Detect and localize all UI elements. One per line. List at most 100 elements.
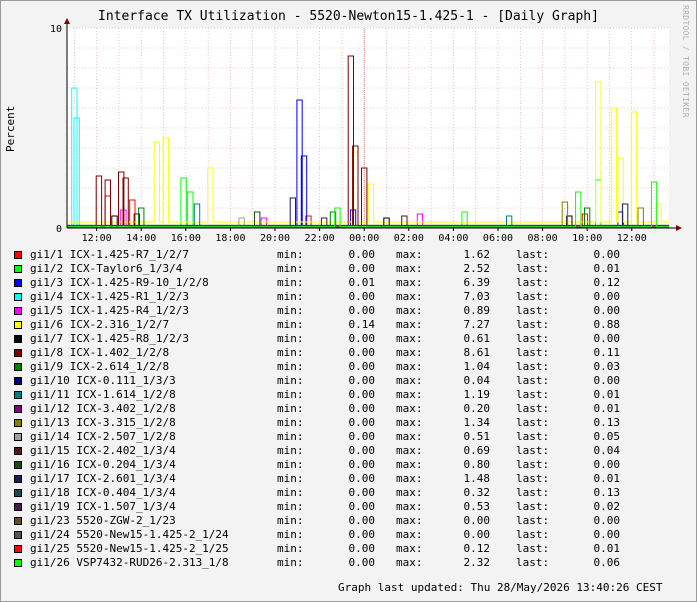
last-label: last:	[516, 276, 550, 289]
last-label: last:	[516, 290, 550, 303]
series-swatch	[14, 363, 22, 371]
min-value: 0.00	[348, 262, 376, 275]
max-label: max:	[396, 318, 423, 331]
max-label: max:	[396, 304, 423, 317]
min-label: min:	[277, 416, 304, 429]
x-tick-label: 12:00	[82, 233, 112, 244]
last-value: 0.11	[593, 346, 621, 359]
series-name: gi1/8 ICX-1.402_1/2/8	[30, 346, 170, 359]
last-value: 0.00	[593, 528, 621, 541]
series-swatch	[14, 321, 22, 329]
series-name: gi1/17 ICX-2.601_1/3/4	[30, 472, 176, 485]
min-label: min:	[277, 556, 304, 569]
max-label: max:	[396, 458, 423, 471]
x-tick-label: 22:00	[305, 233, 335, 244]
last-value: 0.13	[593, 486, 621, 499]
min-label: min:	[277, 472, 304, 485]
series-name: gi1/25 5520-New15-1.425-2_1/25	[30, 542, 229, 555]
last-label: last:	[516, 374, 550, 387]
series-name: gi1/4 ICX-1.425-R1_1/2/3	[30, 290, 189, 303]
series-name: gi1/3 ICX-1.425-R9-10_1/2/8	[30, 276, 209, 289]
min-label: min:	[277, 542, 304, 555]
max-value: 1.34	[463, 416, 491, 429]
min-value: 0.00	[348, 528, 376, 541]
series-name: gi1/12 ICX-3.402_1/2/8	[30, 402, 176, 415]
max-label: max:	[396, 472, 423, 485]
min-label: min:	[277, 276, 304, 289]
x-tick-label: 14:00	[126, 233, 156, 244]
series-name: gi1/13 ICX-3.315_1/2/8	[30, 416, 176, 429]
last-label: last:	[516, 458, 550, 471]
min-value: 0.00	[348, 332, 376, 345]
min-label: min:	[277, 528, 304, 541]
min-label: min:	[277, 458, 304, 471]
last-label: last:	[516, 304, 550, 317]
series-name: gi1/14 ICX-2.507_1/2/8	[30, 430, 176, 443]
max-label: max:	[396, 346, 423, 359]
series-name: gi1/10 ICX-0.111_1/3/3	[30, 374, 176, 387]
min-value: 0.00	[348, 248, 376, 261]
max-value: 0.12	[463, 542, 491, 555]
last-value: 0.00	[593, 458, 621, 471]
max-label: max:	[396, 542, 423, 555]
max-value: 0.04	[463, 374, 491, 387]
series-swatch	[14, 419, 22, 427]
x-tick-label: 20:00	[260, 233, 290, 244]
y-tick-label: 0	[56, 224, 62, 235]
series-name: gi1/9 ICX-2.614_1/2/8	[30, 360, 170, 373]
last-value: 0.00	[593, 514, 621, 527]
min-value: 0.00	[348, 360, 376, 373]
max-label: max:	[396, 248, 423, 261]
last-label: last:	[516, 430, 550, 443]
max-value: 0.32	[463, 486, 491, 499]
min-label: min:	[277, 332, 304, 345]
max-value: 2.52	[463, 262, 491, 275]
min-value: 0.00	[348, 444, 376, 457]
last-value: 0.88	[593, 318, 621, 331]
max-label: max:	[396, 276, 423, 289]
series-swatch	[14, 377, 22, 385]
last-label: last:	[516, 416, 550, 429]
x-tick-label: 18:00	[215, 233, 245, 244]
series-name: gi1/26 VSP7432-RUD26-2.313_1/8	[30, 556, 229, 569]
min-label: min:	[277, 430, 304, 443]
min-label: min:	[277, 388, 304, 401]
series-swatch	[14, 559, 22, 567]
min-label: min:	[277, 444, 304, 457]
x-tick-label: 12:00	[617, 233, 647, 244]
min-value: 0.00	[348, 514, 376, 527]
min-value: 0.00	[348, 486, 376, 499]
last-value: 0.05	[593, 430, 621, 443]
series-swatch	[14, 405, 22, 413]
min-value: 0.00	[348, 500, 376, 513]
min-label: min:	[277, 402, 304, 415]
series-swatch	[14, 265, 22, 273]
series-swatch	[14, 447, 22, 455]
last-label: last:	[516, 514, 550, 527]
x-tick-label: 04:00	[438, 233, 468, 244]
min-value: 0.00	[348, 374, 376, 387]
min-value: 0.00	[348, 304, 376, 317]
last-label: last:	[516, 388, 550, 401]
series-name: gi1/18 ICX-0.404_1/3/4	[30, 486, 176, 499]
max-label: max:	[396, 556, 423, 569]
last-value: 0.01	[593, 262, 621, 275]
y-tick-label: 10	[50, 24, 62, 35]
max-value: 0.61	[463, 332, 491, 345]
series-name: gi1/15 ICX-2.402_1/3/4	[30, 444, 176, 457]
max-label: max:	[396, 514, 423, 527]
max-label: max:	[396, 430, 423, 443]
series-swatch	[14, 335, 22, 343]
last-value: 0.00	[593, 374, 621, 387]
last-label: last:	[516, 262, 550, 275]
series-name: gi1/23 5520-ZGW-2_1/23	[30, 514, 176, 527]
min-value: 0.00	[348, 290, 376, 303]
last-value: 0.00	[593, 290, 621, 303]
last-value: 0.00	[593, 304, 621, 317]
min-value: 0.00	[348, 542, 376, 555]
last-value: 0.01	[593, 472, 621, 485]
max-label: max:	[396, 402, 423, 415]
series-swatch	[14, 279, 22, 287]
last-label: last:	[516, 472, 550, 485]
max-value: 0.51	[463, 430, 491, 443]
